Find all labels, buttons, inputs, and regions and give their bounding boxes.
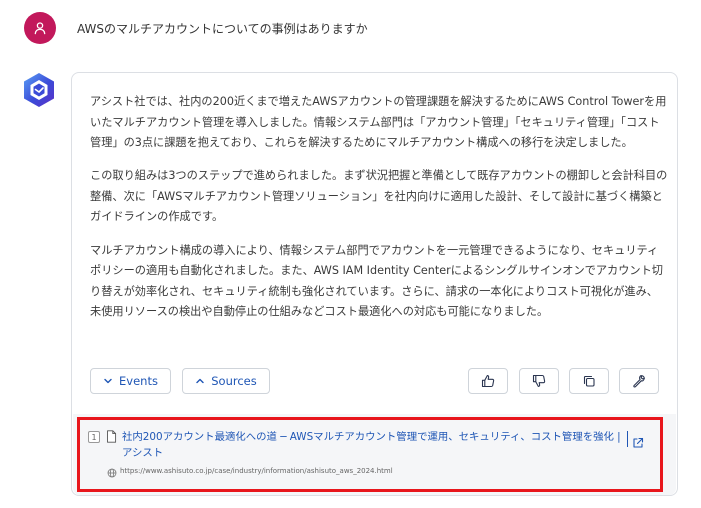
globe-icon bbox=[107, 468, 117, 478]
answer-paragraph: マルチアカウント構成の導入により、情報システム部門でアカウントを一元管理できるよ… bbox=[90, 243, 663, 319]
source-url[interactable]: https://www.ashisuto.co.jp/case/industry… bbox=[120, 467, 393, 475]
person-icon bbox=[34, 22, 46, 35]
document-icon bbox=[107, 430, 117, 443]
sources-button-label: Sources bbox=[211, 374, 257, 388]
thumbs-up-icon bbox=[481, 375, 495, 388]
wrench-icon bbox=[633, 375, 645, 388]
source-index: 1 bbox=[88, 431, 100, 443]
answer-paragraph: アシスト社では、社内の200近くまで増えたAWSアカウントの管理課題を解決するた… bbox=[90, 95, 667, 150]
events-button-label: Events bbox=[119, 374, 158, 388]
like-button[interactable] bbox=[468, 368, 508, 394]
answer-paragraph: この取り組みは3つのステップで進められました。まず状況把握と準備として既存アカウ… bbox=[90, 169, 668, 224]
tool-button[interactable] bbox=[619, 368, 659, 394]
title-divider bbox=[627, 431, 628, 447]
user-avatar bbox=[24, 12, 56, 44]
copy-button[interactable] bbox=[569, 368, 609, 394]
chevron-down-icon bbox=[104, 378, 112, 384]
copy-icon bbox=[583, 375, 595, 387]
sources-button[interactable]: Sources bbox=[182, 368, 270, 394]
thumbs-down-icon bbox=[532, 374, 546, 387]
assistant-avatar bbox=[21, 72, 57, 108]
user-message-row bbox=[24, 12, 56, 44]
answer-text: アシスト社では、社内の200近くまで増えたAWSアカウントの管理課題を解決するた… bbox=[90, 92, 668, 335]
chevron-up-icon bbox=[196, 378, 204, 384]
dislike-button[interactable] bbox=[519, 368, 559, 394]
hexagon-logo-icon bbox=[24, 73, 54, 107]
user-message-text: AWSのマルチアカウントについての事例はありますか bbox=[77, 22, 368, 36]
events-button[interactable]: Events bbox=[90, 368, 171, 394]
external-link-icon[interactable] bbox=[632, 437, 644, 449]
source-title-link[interactable]: 社内200アカウント最適化への道 ─ AWSマルチアカウント管理で運用、セキュリ… bbox=[122, 430, 630, 461]
